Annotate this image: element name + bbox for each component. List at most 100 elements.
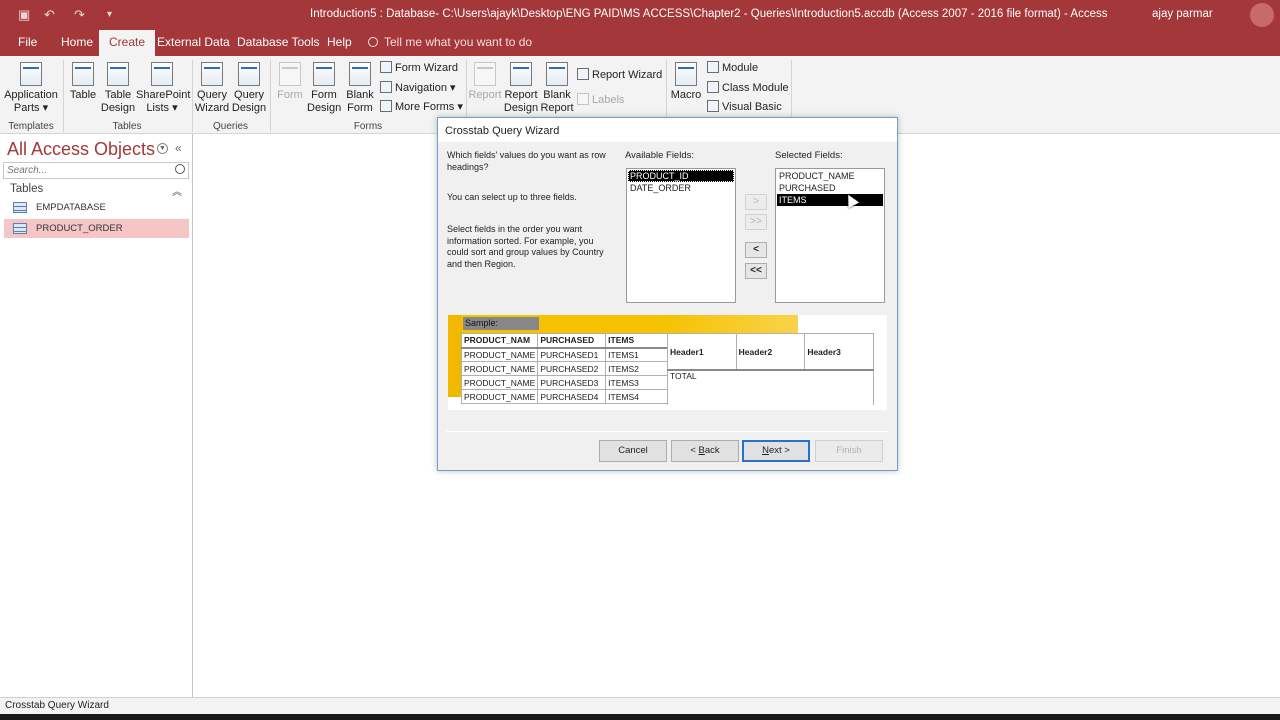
list-item[interactable]: PURCHASED (777, 182, 883, 194)
application-parts-icon (20, 62, 42, 86)
move-all-left-button[interactable]: << (745, 263, 767, 279)
visual-basic-button[interactable]: Visual Basic (707, 100, 782, 113)
form-wizard-icon (380, 61, 392, 73)
report-wizard-button[interactable]: Report Wizard (577, 68, 662, 81)
report-design-button[interactable]: Report Design (503, 62, 539, 115)
group-label-tables: Tables (112, 121, 142, 132)
nav-heading[interactable]: All Access Objects (7, 139, 155, 160)
list-item[interactable]: PRODUCT_NAME (777, 170, 883, 182)
move-one-right-button[interactable]: > (745, 194, 767, 210)
move-all-right-button[interactable]: >> (745, 214, 767, 230)
instruction-question: Which fields' values do you want as row … (447, 150, 606, 172)
dialog-title-bar[interactable]: Crosstab Query Wizard (438, 118, 897, 142)
status-bar: Crosstab Query Wizard (0, 697, 1280, 714)
query-wizard-button[interactable]: Query Wizard (194, 62, 230, 115)
window-title: Introduction5 : Database- C:\Users\ajayk… (310, 8, 1108, 20)
tab-external-data[interactable]: External Data (147, 30, 240, 56)
finish-button[interactable]: Finish (815, 440, 883, 462)
collapse-pane-icon[interactable]: « (175, 141, 182, 155)
more-forms-button[interactable]: More Forms ▾ (380, 100, 463, 113)
sample-header: Header3 (804, 333, 874, 372)
sharepoint-lists-button[interactable]: SharePoint Lists ▾ (136, 62, 190, 115)
report-design-icon (510, 62, 532, 86)
blank-report-button[interactable]: Blank Report (539, 62, 575, 115)
sample-header: PRODUCT_NAM (460, 333, 539, 349)
table-icon (13, 202, 27, 213)
group-label-templates: Templates (8, 121, 54, 132)
chevron-up-icon[interactable]: ︽ (172, 183, 182, 198)
nav-search-input[interactable] (4, 163, 168, 178)
tab-home[interactable]: Home (51, 30, 103, 56)
module-icon (707, 61, 719, 73)
form-design-icon (313, 62, 335, 86)
list-item[interactable]: ITEMS (777, 194, 883, 206)
table-design-icon (107, 62, 129, 86)
labels-icon (577, 93, 589, 105)
nav-item-product-order[interactable]: PRODUCT_ORDER (4, 219, 189, 238)
group-label-queries: Queries (212, 121, 248, 132)
sample-header: ITEMS (605, 333, 668, 349)
application-parts-button[interactable]: Application Parts ▾ (3, 62, 59, 115)
group-label-forms: Forms (353, 121, 383, 132)
sample-header: PURCHASED (537, 333, 607, 349)
total-cell: TOTAL (667, 370, 737, 405)
labels-button[interactable]: Labels (577, 93, 624, 106)
ribbon-divider (270, 60, 271, 132)
nav-item-empdatabase[interactable]: EMPDATABASE (4, 198, 189, 217)
dialog-divider (446, 431, 887, 432)
list-item[interactable]: DATE_ORDER (628, 182, 734, 194)
user-name[interactable]: ajay parmar (1152, 8, 1213, 20)
chevron-down-icon[interactable]: ▼ (157, 143, 168, 154)
cancel-button[interactable]: Cancel (599, 440, 667, 462)
search-icon[interactable] (175, 164, 185, 174)
form-design-button[interactable]: Form Design (307, 62, 341, 115)
save-icon[interactable]: ▣ (18, 7, 30, 23)
sample-band (448, 315, 462, 397)
available-fields-list[interactable]: PRODUCT_ID DATE_ORDER (626, 168, 736, 303)
class-module-icon (707, 81, 719, 93)
status-text: Crosstab Query Wizard (5, 700, 109, 711)
avatar[interactable] (1250, 3, 1274, 27)
navigation-icon (380, 81, 392, 93)
tab-database-tools[interactable]: Database Tools (227, 30, 330, 56)
tab-help[interactable]: Help (317, 30, 362, 56)
navigation-pane: All Access Objects ▼ « Tables ︽ EMPDATAB… (0, 134, 193, 697)
module-button[interactable]: Module (707, 61, 758, 74)
report-wizard-icon (577, 68, 589, 80)
crosstab-query-wizard-dialog: Crosstab Query Wizard Which fields' valu… (437, 117, 898, 471)
form-wizard-button[interactable]: Form Wizard (380, 61, 458, 74)
undo-icon[interactable]: ↶ (44, 7, 55, 23)
table-icon (13, 223, 27, 234)
title-bar: ▣ ↶ ↷ ▾ Introduction5 : Database- C:\Use… (0, 0, 1280, 30)
next-button[interactable]: Next > (742, 440, 810, 462)
table-icon (72, 62, 94, 86)
sample-preview: Sample: PRODUCT_NAM PURCHASED ITEMS PROD… (448, 315, 887, 410)
sample-header: Header2 (735, 333, 806, 372)
class-module-button[interactable]: Class Module (707, 81, 789, 94)
blank-form-icon (349, 62, 371, 86)
move-one-left-button[interactable]: < (745, 242, 767, 258)
form-icon (279, 62, 301, 86)
blank-report-icon (546, 62, 568, 86)
table-button[interactable]: Table (67, 62, 99, 102)
query-design-button[interactable]: Query Design (231, 62, 267, 115)
list-item[interactable]: PRODUCT_ID (628, 170, 734, 182)
blank-form-button[interactable]: Blank Form (343, 62, 377, 115)
nav-section-tables[interactable]: Tables (10, 183, 43, 195)
back-button[interactable]: < Back (671, 440, 739, 462)
visual-basic-icon (707, 100, 719, 112)
tab-file[interactable]: File (8, 30, 47, 56)
customize-qat-icon[interactable]: ▾ (107, 9, 112, 20)
sample-header: Header1 (667, 333, 737, 372)
redo-icon[interactable]: ↷ (74, 7, 85, 23)
table-row: PRODUCT_NAME PURCHASED1 ITEMS1 (460, 347, 668, 362)
tell-me-box[interactable]: Tell me what you want to do (368, 30, 532, 56)
table-design-button[interactable]: Table Design (100, 62, 136, 115)
sample-label: Sample: (463, 317, 539, 330)
selected-fields-list[interactable]: PRODUCT_NAME PURCHASED ITEMS (775, 168, 885, 303)
macro-button[interactable]: Macro (669, 62, 703, 102)
form-button[interactable]: Form (273, 62, 307, 102)
report-button[interactable]: Report (468, 62, 502, 102)
navigation-button[interactable]: Navigation ▾ (380, 81, 456, 94)
ribbon-divider (63, 60, 64, 132)
